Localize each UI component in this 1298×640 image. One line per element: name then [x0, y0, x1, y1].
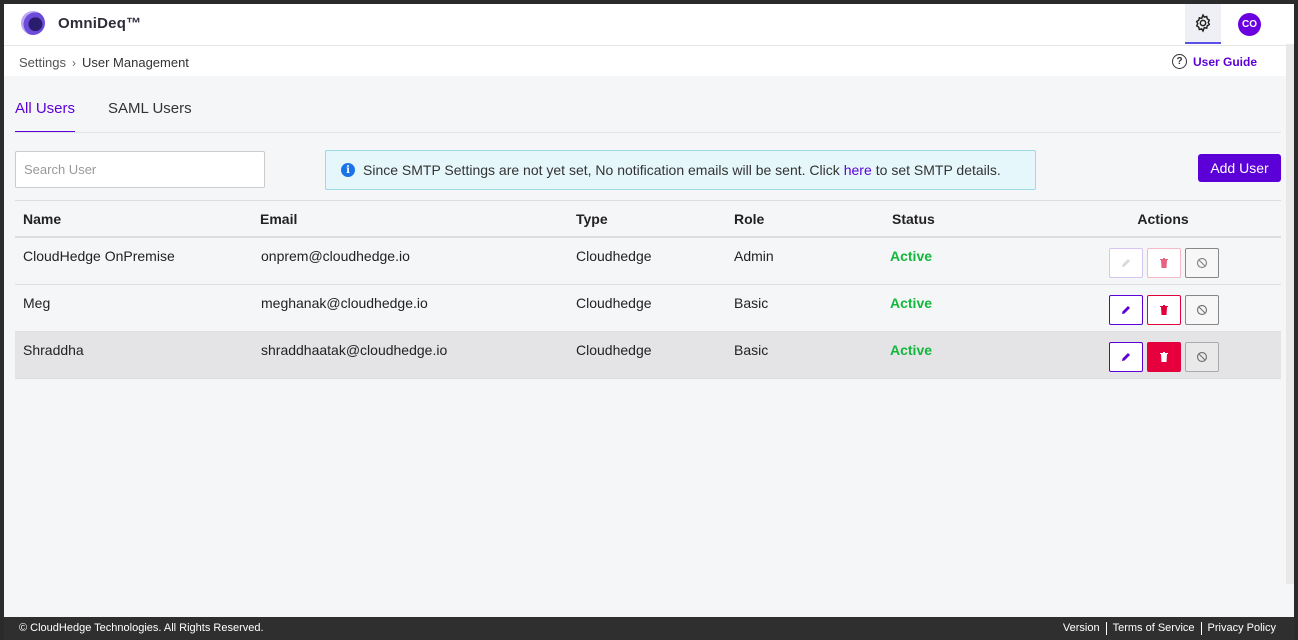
cell-name: Shraddha [23, 342, 84, 358]
trash-icon [1160, 352, 1168, 362]
edit-button[interactable] [1109, 248, 1143, 278]
cell-email: meghanak@cloudhedge.io [261, 295, 428, 311]
ban-icon [1196, 304, 1208, 316]
brand-name: OmniDeq™ [58, 15, 142, 32]
breadcrumb-current: User Management [81, 55, 189, 70]
breadcrumb-bar: Settings › User Management ? User Guide [4, 46, 1294, 76]
chevron-right-icon: › [71, 55, 76, 70]
disable-user-button[interactable] [1185, 248, 1219, 278]
header-name[interactable]: Name [15, 211, 252, 227]
pencil-icon [1122, 306, 1130, 314]
app-container: OmniDeq™ CO Settings › User Management ?… [4, 4, 1294, 617]
copyright-text: © CloudHedge Technologies. All Rights Re… [19, 622, 264, 634]
disable-user-button[interactable] [1185, 295, 1219, 325]
header-email[interactable]: Email [252, 211, 569, 227]
footer-link-terms[interactable]: Terms of Service [1105, 622, 1201, 635]
footer-links: Version Terms of Service Privacy Policy [1057, 622, 1282, 635]
row-actions [1045, 246, 1281, 278]
edit-button[interactable] [1109, 295, 1143, 325]
delete-button[interactable] [1147, 295, 1181, 325]
user-avatar[interactable]: CO [1238, 13, 1261, 36]
tab-all-users[interactable]: All Users [15, 100, 76, 133]
header-status[interactable]: Status [885, 211, 1045, 227]
header-actions: Actions [1137, 210, 1189, 227]
smtp-settings-link[interactable]: here [844, 162, 872, 178]
user-guide-link[interactable]: ? User Guide [1172, 54, 1257, 69]
header-role[interactable]: Role [727, 211, 885, 227]
footer-link-version[interactable]: Version [1057, 622, 1106, 635]
cell-type: Cloudhedge [576, 295, 652, 311]
breadcrumb-settings[interactable]: Settings [19, 55, 66, 70]
ban-icon [1196, 257, 1208, 269]
table-row[interactable]: Shraddha shraddhaatak@cloudhedge.io Clou… [15, 332, 1281, 379]
trash-icon [1160, 305, 1168, 315]
cell-role: Basic [734, 342, 769, 358]
cell-type: Cloudhedge [576, 342, 652, 358]
user-guide-label: User Guide [1193, 54, 1258, 69]
edit-button[interactable] [1109, 342, 1143, 372]
delete-button[interactable] [1147, 342, 1181, 372]
delete-button[interactable] [1147, 248, 1181, 278]
table-header: Name Email Type Role Status Actions [15, 200, 1281, 238]
cell-type: Cloudhedge [576, 248, 652, 264]
ban-icon [1196, 351, 1208, 363]
cell-email: shraddhaatak@cloudhedge.io [261, 342, 448, 358]
alert-text-after: to set SMTP details. [875, 162, 1001, 178]
table-row[interactable]: Meg meghanak@cloudhedge.io Cloudhedge Ba… [15, 285, 1281, 332]
add-user-button[interactable]: Add User [1198, 154, 1281, 182]
cell-email: onprem@cloudhedge.io [261, 248, 410, 264]
vertical-scrollbar[interactable] [1286, 44, 1294, 584]
cell-role: Basic [734, 295, 769, 311]
row-actions [1045, 340, 1281, 372]
trash-icon [1160, 258, 1168, 268]
footer-link-privacy[interactable]: Privacy Policy [1200, 622, 1282, 635]
status-badge: Active [890, 295, 933, 311]
cell-role: Admin [734, 248, 774, 264]
breadcrumb: Settings › User Management [19, 55, 189, 70]
cell-name: Meg [23, 295, 51, 311]
tabs-divider [15, 132, 1281, 133]
help-circle-icon: ? [1172, 54, 1187, 69]
users-table: Name Email Type Role Status Actions Clou… [15, 200, 1281, 379]
status-badge: Active [890, 342, 933, 358]
tab-saml-users[interactable]: SAML Users [108, 100, 192, 133]
omnideq-logo-icon[interactable] [21, 11, 45, 35]
search-user-input[interactable] [15, 151, 265, 188]
window-right-edge [1294, 0, 1298, 640]
page-footer: © CloudHedge Technologies. All Rights Re… [4, 617, 1294, 640]
user-tabs: All Users SAML Users [15, 100, 225, 133]
smtp-warning-alert: i Since SMTP Settings are not yet set, N… [325, 150, 1036, 190]
settings-button[interactable] [1185, 4, 1221, 44]
pencil-icon [1122, 259, 1130, 267]
cell-name: CloudHedge OnPremise [23, 248, 175, 264]
status-badge: Active [890, 248, 933, 264]
table-row[interactable]: CloudHedge OnPremise onprem@cloudhedge.i… [15, 238, 1281, 285]
pencil-icon [1122, 353, 1130, 361]
info-icon: i [341, 163, 355, 177]
header-type[interactable]: Type [569, 211, 727, 227]
alert-text-before: Since SMTP Settings are not yet set, No … [363, 162, 840, 178]
row-actions [1045, 293, 1281, 325]
gear-icon [1195, 13, 1211, 33]
top-navbar: OmniDeq™ CO [4, 4, 1294, 46]
disable-user-button[interactable] [1185, 342, 1219, 372]
